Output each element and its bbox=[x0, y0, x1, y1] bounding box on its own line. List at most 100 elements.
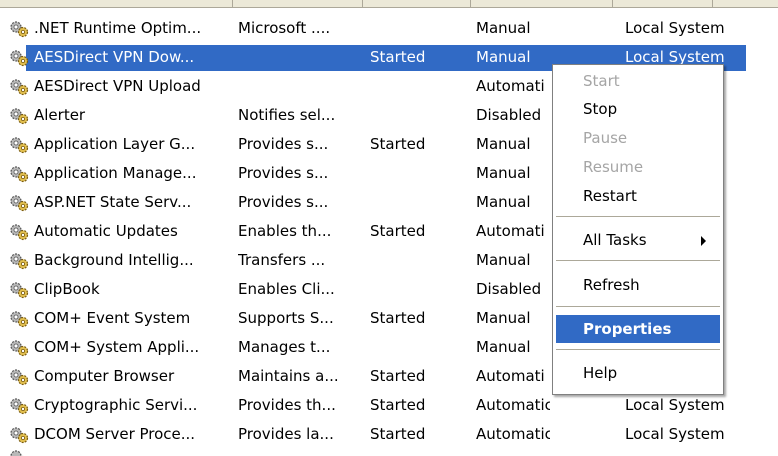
service-name: ASP.NET State Serv... bbox=[34, 193, 192, 211]
column-divider[interactable] bbox=[470, 0, 471, 7]
service-description: Microsoft .... bbox=[238, 19, 331, 37]
menu-separator bbox=[556, 260, 720, 261]
service-description: Transfers ... bbox=[238, 251, 326, 269]
gears-icon bbox=[10, 50, 29, 67]
menu-item-restart[interactable]: Restart bbox=[556, 182, 720, 210]
context-menu: Start Stop Pause Resume Restart All Task… bbox=[552, 64, 724, 395]
service-startup-type: Manual bbox=[476, 193, 531, 211]
menu-item-label: Help bbox=[583, 364, 618, 382]
column-divider[interactable] bbox=[362, 0, 363, 7]
service-logon-as: Local System bbox=[625, 396, 725, 414]
gears-icon bbox=[10, 450, 24, 456]
gears-icon bbox=[10, 137, 29, 154]
gears-icon bbox=[10, 427, 29, 444]
service-startup-type: Manual bbox=[476, 251, 531, 269]
service-name: Background Intellig... bbox=[34, 251, 194, 269]
service-name: Application Manage... bbox=[34, 164, 197, 182]
service-name: COM+ System Appli... bbox=[34, 338, 200, 356]
service-startup-type: Automati bbox=[476, 222, 545, 240]
menu-item-all-tasks[interactable]: All Tasks bbox=[556, 226, 720, 254]
gears-icon bbox=[10, 253, 29, 270]
service-name: DCOM Server Proce... bbox=[34, 425, 196, 443]
service-description: Provides s... bbox=[238, 164, 329, 182]
service-name: AESDirect VPN Upload bbox=[34, 77, 201, 95]
gears-icon bbox=[10, 282, 29, 299]
service-startup-type: Automatic bbox=[476, 425, 550, 443]
service-status: Started bbox=[370, 222, 426, 240]
service-description: Provides s... bbox=[238, 135, 329, 153]
service-name: Application Layer G... bbox=[34, 135, 196, 153]
menu-separator bbox=[556, 306, 720, 307]
service-name: .NET Runtime Optim... bbox=[34, 19, 202, 37]
menu-item-label: Resume bbox=[583, 158, 644, 176]
gears-icon bbox=[10, 79, 29, 96]
menu-item-resume[interactable]: Resume bbox=[556, 153, 720, 181]
menu-item-label: Restart bbox=[583, 187, 637, 205]
service-row[interactable]: DCOM Server Proce... Provides la... Star… bbox=[0, 420, 778, 449]
service-status: Started bbox=[370, 48, 426, 66]
service-status: Started bbox=[370, 367, 426, 385]
column-divider[interactable] bbox=[232, 0, 233, 7]
service-description: Provides la... bbox=[238, 425, 334, 443]
gears-icon bbox=[10, 369, 29, 386]
service-row[interactable]: .NET Runtime Optim... Microsoft .... Man… bbox=[0, 14, 778, 43]
service-startup-type: Manual bbox=[476, 338, 531, 356]
service-name: COM+ Event System bbox=[34, 309, 191, 327]
menu-item-properties[interactable]: Properties bbox=[556, 315, 720, 343]
service-name: Alerter bbox=[34, 106, 86, 124]
menu-item-label: Properties bbox=[583, 320, 672, 338]
menu-item-label: Refresh bbox=[583, 276, 640, 294]
service-description: Supports S... bbox=[238, 309, 334, 327]
menu-separator bbox=[556, 216, 720, 217]
service-logon-as: Local System bbox=[625, 19, 725, 37]
service-startup-type: Disabled bbox=[476, 106, 542, 124]
service-description: Maintains a... bbox=[238, 367, 339, 385]
submenu-arrow-icon bbox=[701, 236, 706, 246]
service-startup-type: Manual bbox=[476, 48, 531, 66]
service-description: Enables th... bbox=[238, 222, 332, 240]
gears-icon bbox=[10, 21, 29, 38]
menu-item-label: Pause bbox=[583, 129, 628, 147]
column-divider[interactable] bbox=[712, 0, 713, 7]
gears-icon bbox=[10, 224, 29, 241]
service-row[interactable]: Cryptographic Servi... Provides th... St… bbox=[0, 391, 778, 420]
service-status: Started bbox=[370, 135, 426, 153]
menu-item-label: Stop bbox=[583, 100, 618, 118]
service-name: ClipBook bbox=[34, 280, 100, 298]
gears-icon bbox=[10, 398, 29, 415]
service-description: Notifies sel... bbox=[238, 106, 336, 124]
column-divider[interactable] bbox=[612, 0, 613, 7]
gears-icon bbox=[10, 108, 29, 125]
service-logon-as: Local System bbox=[625, 425, 725, 443]
service-status: Started bbox=[370, 396, 426, 414]
column-header-bar[interactable] bbox=[0, 0, 778, 8]
service-status: Started bbox=[370, 425, 426, 443]
menu-item-help[interactable]: Help bbox=[556, 359, 720, 387]
service-description: Manages t... bbox=[238, 338, 331, 356]
service-name: Cryptographic Servi... bbox=[34, 396, 198, 414]
menu-item-stop[interactable]: Stop bbox=[556, 95, 720, 123]
gears-icon bbox=[10, 340, 29, 357]
gears-icon bbox=[10, 195, 29, 212]
service-name: Automatic Updates bbox=[34, 222, 178, 240]
service-status: Started bbox=[370, 309, 426, 327]
service-startup-type: Automati bbox=[476, 77, 545, 95]
service-startup-type: Disabled bbox=[476, 280, 542, 298]
service-startup-type: Manual bbox=[476, 309, 531, 327]
service-startup-type: Manual bbox=[476, 164, 531, 182]
service-description: Provides s... bbox=[238, 193, 329, 211]
menu-item-label: All Tasks bbox=[583, 231, 647, 249]
menu-separator bbox=[556, 349, 720, 350]
service-description: Enables Cli... bbox=[238, 280, 335, 298]
service-description: Provides th... bbox=[238, 396, 336, 414]
service-startup-type: Manual bbox=[476, 19, 531, 37]
menu-item-label: Start bbox=[583, 72, 620, 90]
service-startup-type: Automati bbox=[476, 367, 545, 385]
menu-item-pause[interactable]: Pause bbox=[556, 124, 720, 152]
menu-item-start[interactable]: Start bbox=[556, 67, 720, 95]
service-startup-type: Automatic bbox=[476, 396, 550, 414]
service-startup-type: Manual bbox=[476, 135, 531, 153]
service-row-clipped[interactable] bbox=[0, 449, 778, 456]
menu-item-refresh[interactable]: Refresh bbox=[556, 271, 720, 299]
service-name: AESDirect VPN Dow... bbox=[34, 48, 195, 66]
